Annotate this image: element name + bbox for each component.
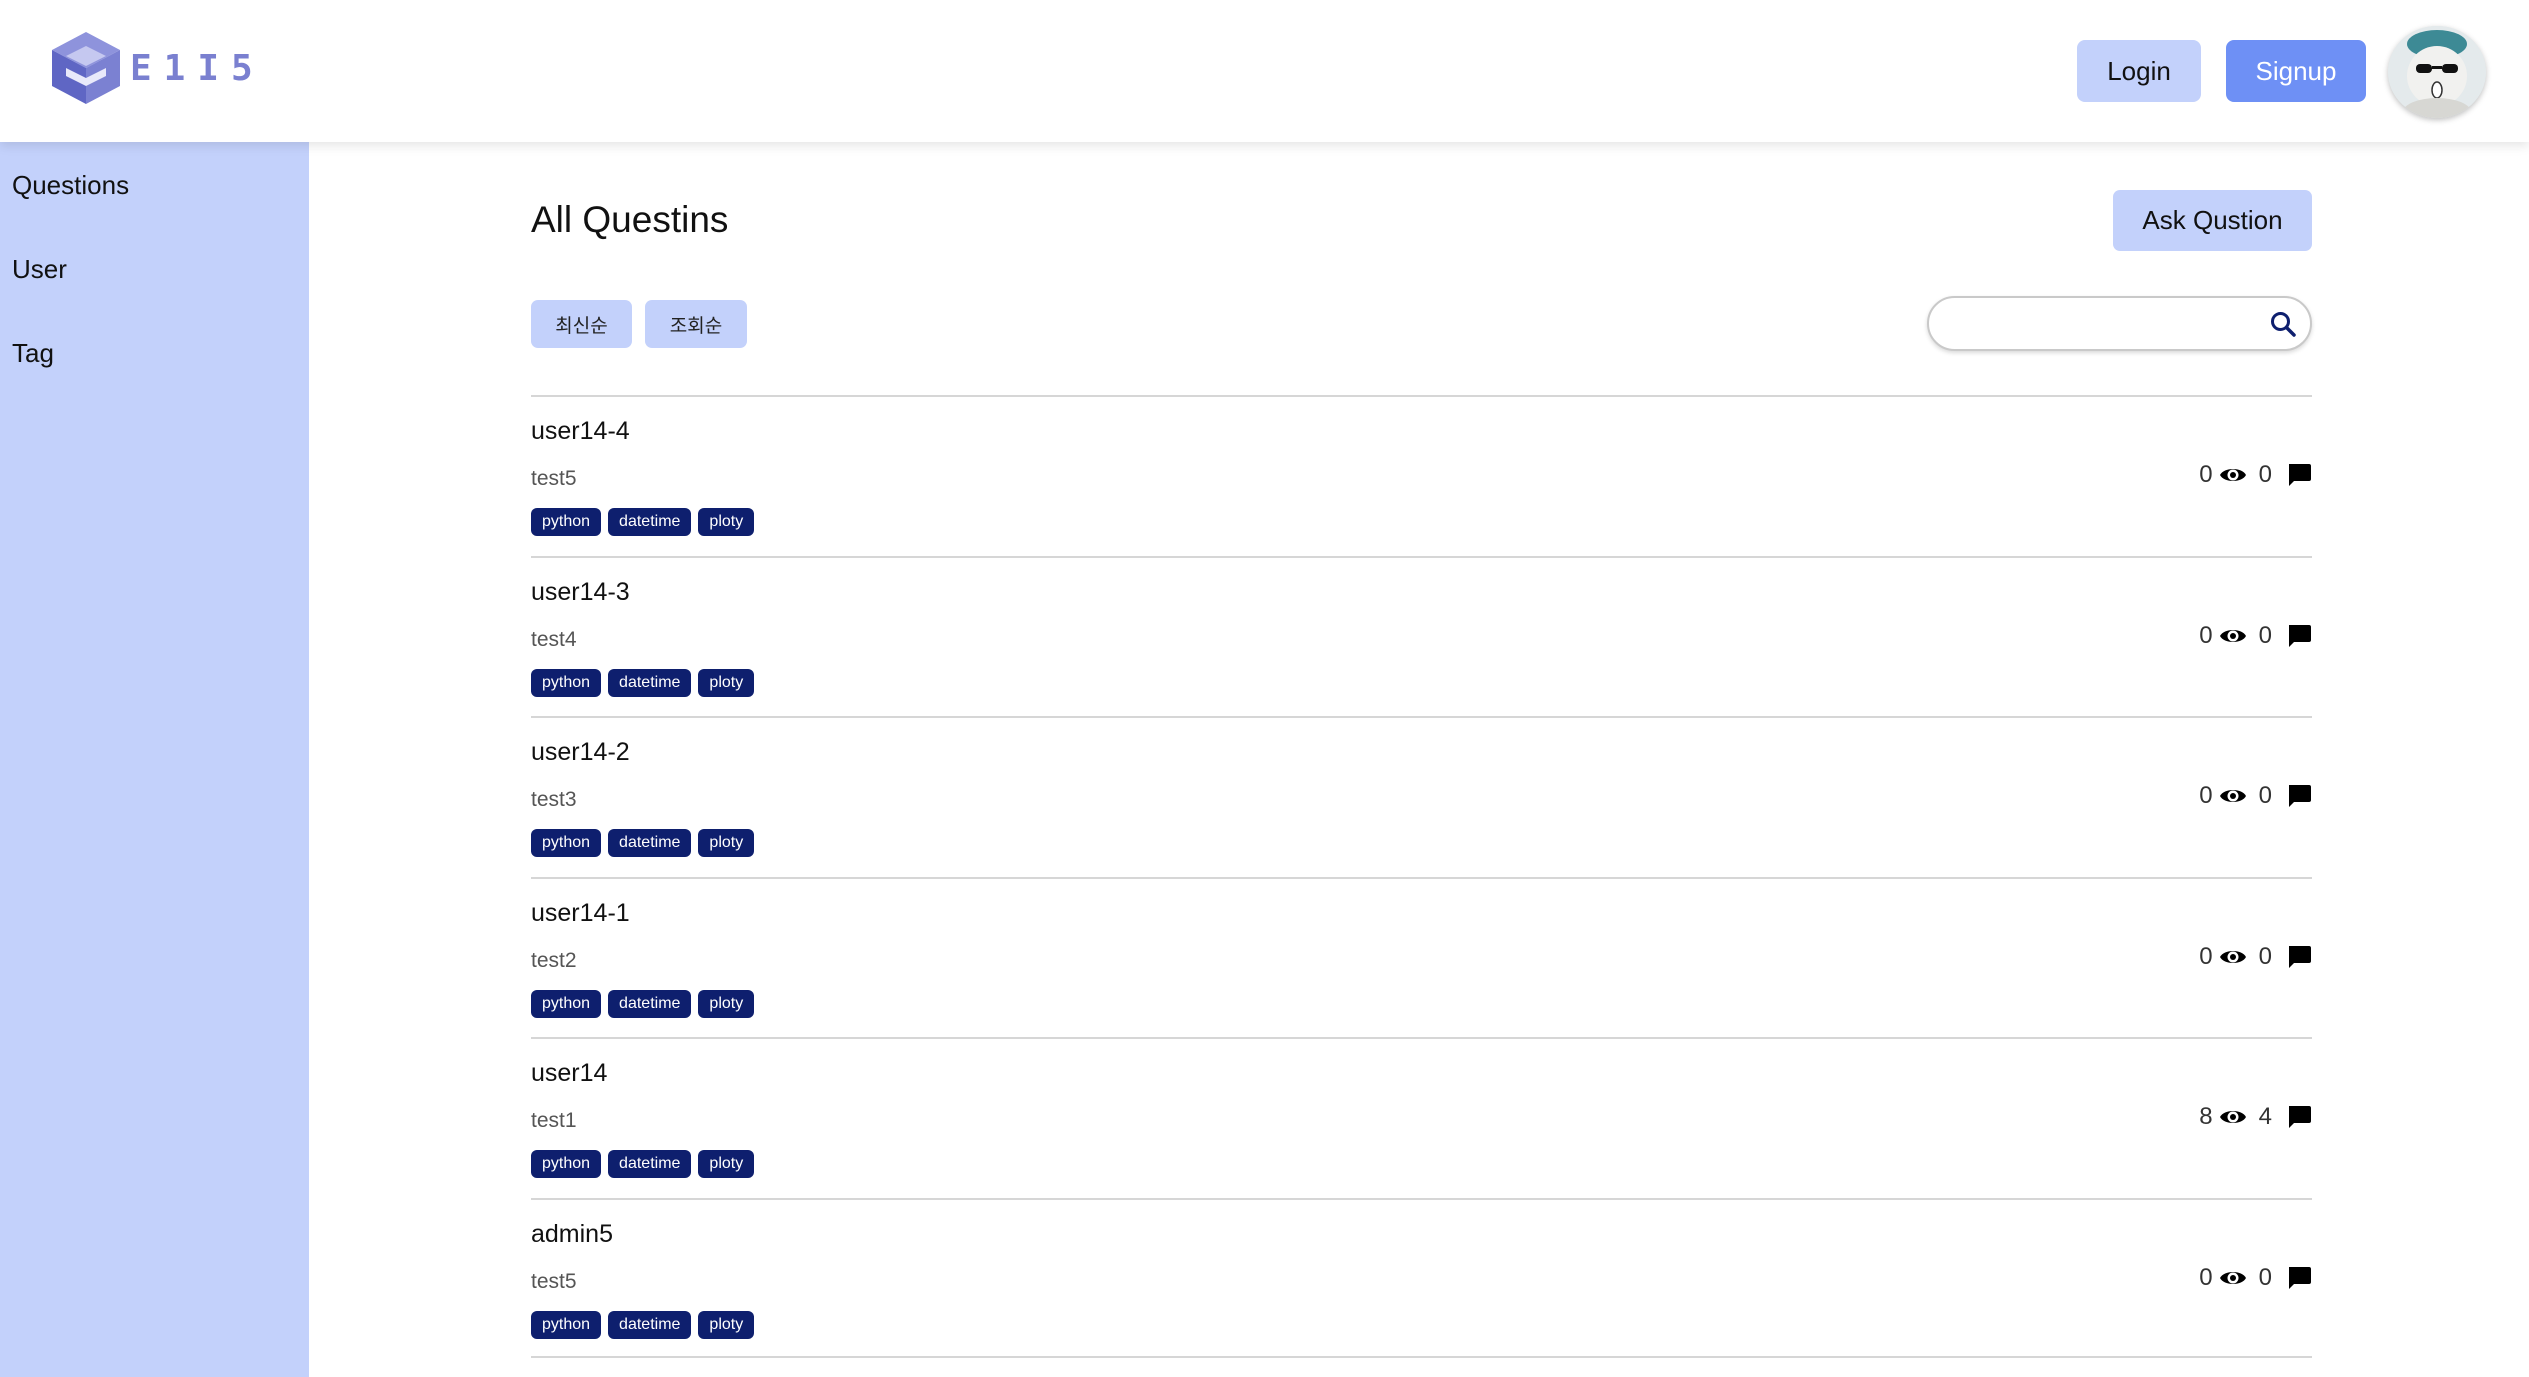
signup-button[interactable]: Signup	[2226, 40, 2366, 102]
sidebar-item-tag[interactable]: Tag	[12, 338, 54, 369]
question-title[interactable]: user14-4	[531, 417, 630, 446]
question-stats: 0 0	[2199, 622, 2312, 650]
chat-bubble-icon	[2289, 624, 2311, 647]
question-stats: 0 0	[2199, 782, 2312, 810]
eye-icon	[2219, 790, 2246, 802]
comment-count: 0	[2258, 461, 2272, 488]
question-row[interactable]: user14 test1 python datetime ploty 8 4	[531, 1037, 2312, 1198]
tag-ploty[interactable]: ploty	[698, 668, 755, 697]
tag-python[interactable]: python	[531, 1150, 602, 1178]
tag-ploty[interactable]: ploty	[698, 989, 755, 1018]
search-icon[interactable]	[2269, 310, 2297, 338]
tag-list: python datetime ploty	[531, 508, 755, 536]
question-body: test3	[531, 788, 577, 811]
question-list: user14-4 test5 python datetime ploty 0 0 u…	[531, 395, 2312, 1358]
question-stats: 8 4	[2199, 1103, 2312, 1131]
tag-python[interactable]: python	[531, 1310, 602, 1339]
comment-count: 0	[2258, 1263, 2272, 1291]
question-row[interactable]: admin5 test5 python datetime ploty 0 0	[531, 1197, 2312, 1358]
question-body: test5	[531, 467, 577, 490]
eye-icon	[2219, 469, 2246, 481]
ask-question-button[interactable]: Ask Qustion	[2113, 190, 2312, 251]
comment-count: 0	[2258, 621, 2272, 649]
chat-bubble-icon	[2289, 785, 2311, 807]
view-count: 0	[2199, 621, 2213, 649]
question-stats: 0 0	[2199, 461, 2312, 489]
view-count: 0	[2199, 942, 2213, 970]
chat-bubble-icon	[2289, 1106, 2311, 1128]
tag-datetime[interactable]: datetime	[608, 1310, 692, 1339]
question-body: test2	[531, 948, 577, 972]
chat-bubble-icon	[2289, 1266, 2311, 1289]
eye-icon	[2219, 1271, 2246, 1284]
tag-datetime[interactable]: datetime	[608, 1150, 692, 1178]
tag-ploty[interactable]: ploty	[698, 508, 755, 536]
tag-python[interactable]: python	[531, 829, 602, 857]
question-row[interactable]: user14-4 test5 python datetime ploty 0 0	[531, 395, 2312, 556]
tag-list: python datetime ploty	[531, 1310, 755, 1339]
comment-count: 4	[2258, 1103, 2272, 1130]
sort-views-button[interactable]: 조회순	[645, 300, 747, 348]
tag-list: python datetime ploty	[531, 1150, 755, 1178]
tag-ploty[interactable]: ploty	[698, 1150, 755, 1178]
comment-count: 0	[2258, 782, 2272, 809]
view-count: 8	[2199, 1103, 2213, 1130]
tag-datetime[interactable]: datetime	[608, 989, 692, 1018]
tag-list: python datetime ploty	[531, 989, 755, 1018]
tag-python[interactable]: python	[531, 508, 602, 536]
question-title[interactable]: user14-1	[531, 899, 630, 928]
tag-ploty[interactable]: ploty	[698, 1310, 755, 1339]
view-count: 0	[2199, 1263, 2213, 1291]
page-title: All Questins	[531, 199, 729, 240]
search-box	[1927, 296, 2312, 351]
eye-icon	[2219, 629, 2246, 642]
logo-text: E1I5	[130, 47, 265, 89]
tag-python[interactable]: python	[531, 668, 602, 697]
tag-datetime[interactable]: datetime	[608, 508, 692, 536]
view-count: 0	[2199, 461, 2213, 488]
chat-bubble-icon	[2289, 945, 2311, 968]
login-button[interactable]: Login	[2077, 40, 2201, 102]
tag-python[interactable]: python	[531, 989, 602, 1018]
sidebar: Questions User Tag	[0, 142, 309, 1377]
tag-datetime[interactable]: datetime	[608, 668, 692, 697]
question-row[interactable]: user14-3 test4 python datetime ploty 0 0	[531, 555, 2312, 717]
search-input[interactable]	[1945, 306, 2255, 342]
question-body: test1	[531, 1109, 577, 1132]
avatar[interactable]	[2388, 26, 2486, 118]
question-title[interactable]: user14-3	[531, 578, 630, 607]
tag-list: python datetime ploty	[531, 829, 755, 857]
question-body: test5	[531, 1269, 577, 1293]
avatar-image	[2388, 26, 2486, 118]
question-stats: 0 0	[2199, 1264, 2312, 1292]
question-row[interactable]: user14-2 test3 python datetime ploty 0 0	[531, 716, 2312, 877]
tag-datetime[interactable]: datetime	[608, 829, 692, 857]
eye-icon	[2219, 950, 2246, 963]
tag-ploty[interactable]: ploty	[698, 829, 755, 857]
sidebar-item-user[interactable]: User	[12, 254, 67, 285]
eye-icon	[2219, 1111, 2246, 1123]
chat-bubble-icon	[2289, 464, 2311, 486]
question-title[interactable]: user14	[531, 1059, 607, 1088]
comment-count: 0	[2258, 942, 2272, 970]
tag-list: python datetime ploty	[531, 668, 755, 697]
question-stats: 0 0	[2199, 943, 2312, 971]
question-row[interactable]: user14-1 test2 python datetime ploty 0 0	[531, 876, 2312, 1038]
sort-latest-button[interactable]: 최신순	[531, 300, 632, 348]
logo-icon	[52, 32, 120, 104]
question-title[interactable]: user14-2	[531, 738, 630, 767]
top-header: E1I5 Login Signup	[0, 0, 2529, 142]
logo[interactable]: E1I5	[46, 28, 265, 108]
question-title[interactable]: admin5	[531, 1220, 613, 1249]
view-count: 0	[2199, 782, 2213, 809]
sidebar-item-questions[interactable]: Questions	[12, 170, 129, 201]
question-body: test4	[531, 627, 577, 651]
